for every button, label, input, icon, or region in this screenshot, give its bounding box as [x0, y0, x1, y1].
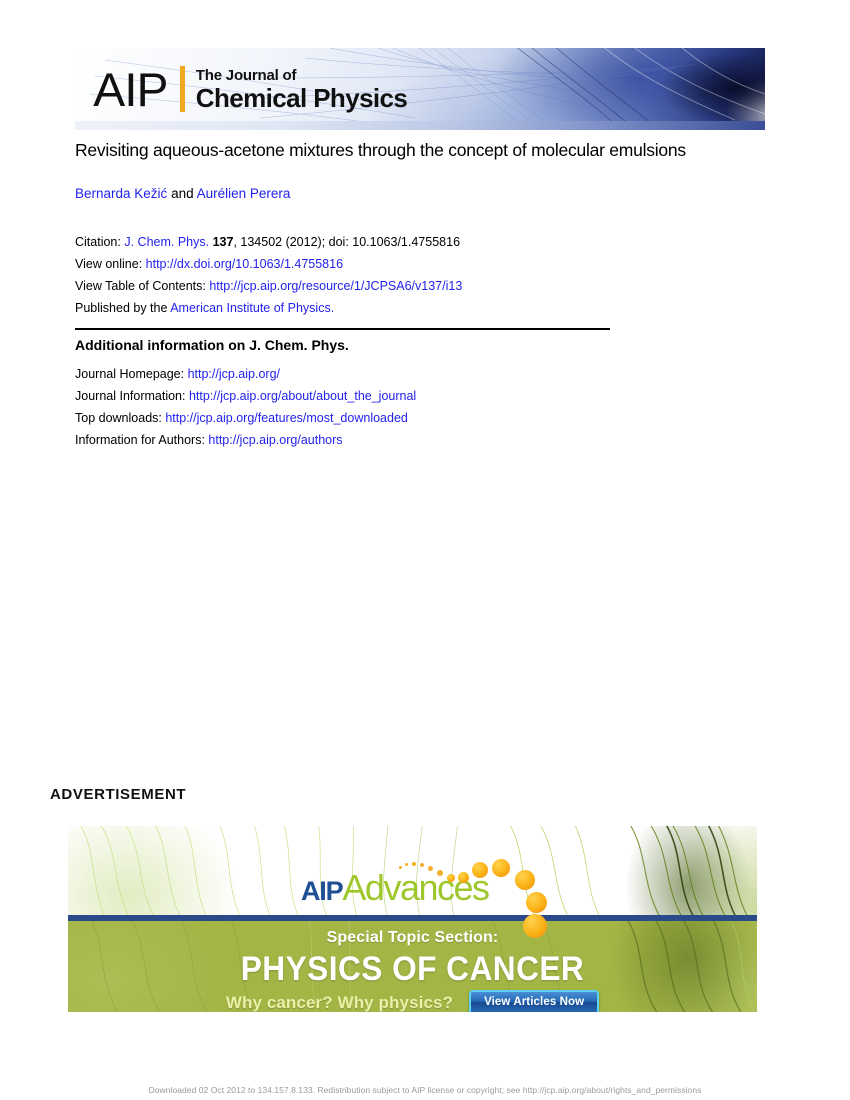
orange-dot-icon: [458, 872, 469, 883]
journal-header-banner: AIP The Journal of Chemical Physics: [75, 48, 765, 130]
ad-special-topic-text: Special Topic Section:: [326, 929, 499, 946]
orange-minidot-icon: [428, 866, 433, 871]
additional-info-heading: Additional information on J. Chem. Phys.: [75, 337, 349, 353]
information-for-authors-link[interactable]: http://jcp.aip.org/authors: [208, 433, 342, 447]
orange-dot-icon: [447, 874, 455, 882]
journal-information-row: Journal Information: http://jcp.aip.org/…: [75, 385, 416, 407]
publisher-label: Published by the: [75, 301, 171, 315]
top-downloads-row: Top downloads: http://jcp.aip.org/featur…: [75, 407, 416, 429]
orange-minidot-icon: [405, 863, 408, 866]
citation-block: Citation: J. Chem. Phys. 137, 134502 (20…: [75, 231, 462, 319]
citation-rest: , 134502 (2012); doi: 10.1063/1.4755816: [233, 235, 461, 249]
orange-minidot-icon: [412, 862, 416, 866]
ad-tagline-text: Why cancer? Why physics?: [225, 992, 454, 1012]
publisher-link[interactable]: American Institute of Physics.: [170, 301, 334, 315]
author-link-first[interactable]: Bernarda Kežić: [75, 186, 167, 201]
toc-label: View Table of Contents:: [75, 279, 210, 293]
article-title: Revisiting aqueous-acetone mixtures thro…: [75, 140, 686, 160]
journal-homepage-link[interactable]: http://jcp.aip.org/: [188, 367, 280, 381]
aip-advances-aip-wordmark: AIP: [301, 876, 344, 906]
citation-journal-link[interactable]: J. Chem. Phys.: [124, 235, 209, 249]
view-online-link[interactable]: http://dx.doi.org/10.1063/1.4755816: [146, 257, 343, 271]
ad-cta-row: Why cancer? Why physics? View Articles N…: [68, 990, 757, 1012]
header-bottom-band: [75, 121, 765, 130]
citation-row: Citation: J. Chem. Phys. 137, 134502 (20…: [75, 231, 462, 253]
journal-prefix: The Journal of: [195, 66, 297, 84]
journal-information-label: Journal Information:: [75, 389, 189, 403]
table-of-contents-row: View Table of Contents: http://jcp.aip.o…: [75, 275, 462, 297]
orange-dot-icon: [515, 870, 535, 890]
journal-information-link[interactable]: http://jcp.aip.org/about/about_the_journ…: [189, 389, 416, 403]
aip-wordmark: AIP: [93, 62, 168, 116]
section-divider: [75, 328, 610, 330]
top-downloads-link[interactable]: http://jcp.aip.org/features/most_downloa…: [165, 411, 408, 425]
ad-blue-divider: [68, 915, 757, 921]
orange-minidot-icon: [399, 866, 402, 869]
journal-title-lockup: The Journal of Chemical Physics: [196, 68, 408, 111]
view-articles-now-button[interactable]: View Articles Now: [469, 990, 600, 1012]
top-downloads-label: Top downloads:: [75, 411, 166, 425]
orange-dot-icon: [526, 892, 547, 913]
publisher-row: Published by the American Institute of P…: [75, 297, 462, 319]
advertisement-label: ADVERTISEMENT: [50, 786, 187, 803]
orange-minidot-icon: [420, 863, 424, 867]
view-online-row: View online: http://dx.doi.org/10.1063/1…: [75, 253, 462, 275]
journal-homepage-row: Journal Homepage: http://jcp.aip.org/: [75, 363, 416, 385]
citation-label: Citation:: [75, 235, 125, 249]
toc-link[interactable]: http://jcp.aip.org/resource/1/JCPSA6/v13…: [209, 279, 462, 293]
logo-divider-bar: [179, 66, 185, 112]
aip-journal-logo: AIP The Journal of Chemical Physics: [93, 62, 408, 116]
information-for-authors-row: Information for Authors: http://jcp.aip.…: [75, 429, 416, 451]
download-footer-notice: Downloaded 02 Oct 2012 to 134.157.8.133.…: [148, 1085, 702, 1095]
additional-info-list: Journal Homepage: http://jcp.aip.org/ Jo…: [75, 363, 416, 451]
advertisement-banner[interactable]: AIP Advances Special Topic Section: PHYSI…: [68, 826, 757, 1012]
journal-homepage-label: Journal Homepage:: [75, 367, 188, 381]
author-conjunction: and: [167, 186, 197, 201]
citation-volume: 137: [212, 235, 234, 249]
author-line: Bernarda Kežić and Aurélien Perera: [75, 186, 290, 201]
orange-dot-icon: [472, 862, 488, 878]
orange-minidot-icon: [437, 870, 443, 876]
orange-dot-icon: [492, 859, 510, 877]
ad-headline-text: PHYSICS OF CANCER: [240, 950, 585, 988]
information-for-authors-label: Information for Authors:: [75, 433, 209, 447]
view-online-label: View online:: [75, 257, 146, 271]
author-link-second[interactable]: Aurélien Perera: [197, 186, 291, 201]
journal-name: Chemical Physics: [195, 82, 408, 113]
